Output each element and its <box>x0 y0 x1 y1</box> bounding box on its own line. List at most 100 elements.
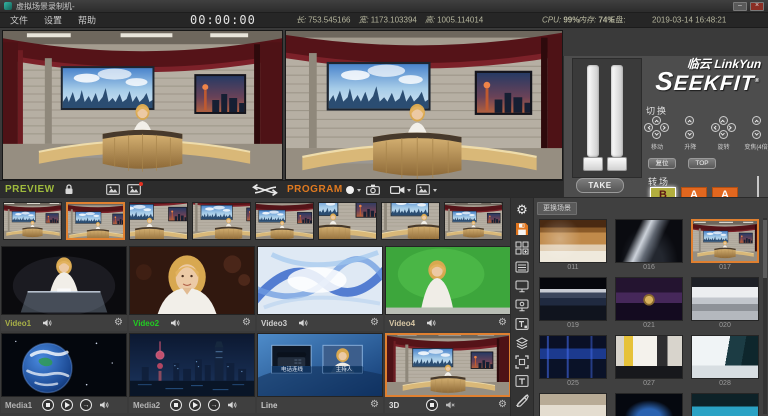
picture-output-icon[interactable] <box>416 184 430 195</box>
gallery-item[interactable]: 020 <box>691 277 759 331</box>
gallery-item[interactable] <box>615 393 683 416</box>
layers-icon[interactable] <box>515 336 529 350</box>
pad-zoom-in-button[interactable] <box>752 116 761 125</box>
display-output-icon[interactable] <box>515 298 529 312</box>
next-button[interactable]: → <box>208 399 220 411</box>
scene-layout-icon[interactable] <box>106 184 120 195</box>
preview-monitor[interactable] <box>2 30 283 180</box>
settings-gear-icon[interactable]: ⚙ <box>515 203 529 217</box>
angle-thumb-8[interactable] <box>444 202 503 240</box>
pad-lift-down-button[interactable] <box>685 130 694 139</box>
angle-thumb-4[interactable] <box>192 202 251 240</box>
fader-handle-left[interactable] <box>583 157 603 171</box>
monitor-icon[interactable] <box>515 279 529 293</box>
pad-rotate-down-button[interactable] <box>719 130 728 139</box>
gallery-item[interactable]: 021 <box>615 277 683 331</box>
program-monitor[interactable] <box>285 30 563 180</box>
fader-bar-left[interactable] <box>587 65 599 157</box>
pad-rotate-right-button[interactable] <box>727 123 736 132</box>
fader-bar-right[interactable] <box>611 65 623 157</box>
gear-icon[interactable]: ⚙ <box>370 400 379 410</box>
pad-rotate-up-button[interactable] <box>719 116 728 125</box>
record-icon[interactable] <box>346 186 354 194</box>
gallery-item[interactable]: 028 <box>691 335 759 389</box>
gallery-item[interactable] <box>691 393 759 416</box>
take-button[interactable]: TAKE <box>576 178 624 193</box>
media2-thumbnail[interactable] <box>129 333 255 397</box>
gallery-item[interactable]: 011 <box>539 219 607 273</box>
top-button[interactable]: TOP <box>688 158 716 169</box>
angle-thumb-7[interactable] <box>381 202 440 240</box>
snapshot-camera-icon[interactable] <box>366 184 380 195</box>
scene3d-thumbnail[interactable] <box>385 333 511 397</box>
menu-settings[interactable]: 设置 <box>40 13 66 28</box>
gallery-item[interactable]: 016 <box>615 219 683 273</box>
gallery-item[interactable]: 027 <box>615 335 683 389</box>
pad-rotate-left-button[interactable] <box>711 123 720 132</box>
subtitle-icon[interactable] <box>515 317 529 331</box>
stop-button[interactable] <box>170 399 182 411</box>
gear-icon[interactable]: ⚙ <box>498 318 507 328</box>
close-button[interactable]: × <box>750 2 764 11</box>
lock-icon[interactable] <box>64 184 74 195</box>
menu-help[interactable]: 帮助 <box>74 13 100 28</box>
speaker-icon[interactable] <box>298 319 308 327</box>
speaker-icon[interactable] <box>42 319 52 327</box>
gear-icon[interactable]: ⚙ <box>498 400 507 410</box>
speaker-icon[interactable] <box>227 401 237 409</box>
scene-layout-active-icon[interactable] <box>127 184 141 195</box>
pad-move-right-button[interactable] <box>660 123 669 132</box>
speaker-icon[interactable] <box>99 401 109 409</box>
video2-thumbnail[interactable] <box>129 246 255 315</box>
scrollbar-thumb[interactable] <box>763 220 767 278</box>
menu-file[interactable]: 文件 <box>6 13 32 28</box>
host-button[interactable]: 主持人 <box>324 367 364 374</box>
angle-thumb-2-selected[interactable] <box>66 202 125 240</box>
gear-icon[interactable]: ⚙ <box>370 318 379 328</box>
pad-move-up-button[interactable] <box>652 116 661 125</box>
angle-thumb-3[interactable] <box>129 202 188 240</box>
picture-dropdown-caret-icon[interactable] <box>433 189 437 192</box>
gear-icon[interactable]: ⚙ <box>242 318 251 328</box>
muted-speaker-icon[interactable] <box>445 401 455 409</box>
gallery-item[interactable] <box>539 393 607 416</box>
minimize-button[interactable]: – <box>733 2 747 11</box>
angle-thumb-5[interactable] <box>255 202 314 240</box>
stop-button[interactable] <box>42 399 54 411</box>
scenes-grid-icon[interactable] <box>515 241 529 255</box>
gallery-item[interactable]: 019 <box>539 277 607 331</box>
play-button[interactable] <box>61 399 73 411</box>
pad-move-left-button[interactable] <box>644 123 653 132</box>
video4-thumbnail[interactable] <box>385 246 511 315</box>
reset-button[interactable]: 复位 <box>648 158 676 169</box>
next-button[interactable]: → <box>80 399 92 411</box>
angle-thumb-1[interactable] <box>3 202 62 240</box>
change-scene-tab[interactable]: 更换场景 <box>537 202 577 215</box>
line-thumbnail[interactable]: 电话连线 主持人 <box>257 333 383 397</box>
pad-zoom-out-button[interactable] <box>752 130 761 139</box>
play-button[interactable] <box>189 399 201 411</box>
speaker-icon[interactable] <box>170 319 180 327</box>
gallery-item[interactable]: 025 <box>539 335 607 389</box>
angle-thumb-6[interactable] <box>318 202 377 240</box>
region-frame-icon[interactable] <box>515 355 529 369</box>
pad-lift-up-button[interactable] <box>685 116 694 125</box>
speaker-icon[interactable] <box>426 319 436 327</box>
save-icon[interactable] <box>515 222 529 236</box>
pad-move-down-button[interactable] <box>652 130 661 139</box>
title-text-icon[interactable] <box>515 374 529 388</box>
phone-call-button[interactable]: 电话连线 <box>272 367 312 374</box>
stop-button[interactable] <box>426 399 438 411</box>
video1-thumbnail[interactable] <box>1 246 127 315</box>
swap-preview-program-icon[interactable] <box>252 184 278 196</box>
annotate-pen-icon[interactable] <box>515 393 529 407</box>
fader-handle-right[interactable] <box>607 157 627 171</box>
capture-dropdown-caret-icon[interactable] <box>407 189 411 192</box>
gear-icon[interactable]: ⚙ <box>114 318 123 328</box>
gallery-scrollbar[interactable] <box>763 218 767 414</box>
gallery-item-selected[interactable]: 017 <box>691 219 759 273</box>
video-capture-icon[interactable] <box>390 185 405 195</box>
media1-thumbnail[interactable] <box>1 333 127 397</box>
video3-thumbnail[interactable] <box>257 246 383 315</box>
playlist-icon[interactable] <box>515 260 529 274</box>
